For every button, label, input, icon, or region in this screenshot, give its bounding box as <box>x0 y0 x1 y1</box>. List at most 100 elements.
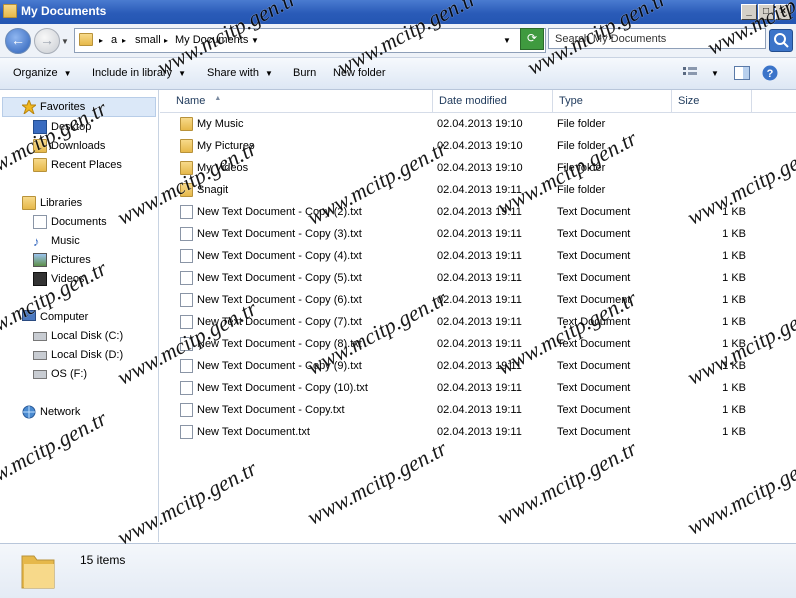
file-size: 1 KB <box>722 426 746 438</box>
file-date-modified: 02.04.2013 19:11 <box>437 338 522 350</box>
title-bar[interactable]: My Documents _ □ × <box>0 0 796 24</box>
file-row[interactable]: New Text Document - Copy (2).txt 02.04.20… <box>160 201 796 223</box>
chevron-down-icon: ▼ <box>63 69 72 78</box>
folder-icon <box>3 4 17 18</box>
documents-icon <box>33 215 47 229</box>
file-type: Text Document <box>557 294 631 306</box>
window-title: My Documents <box>21 4 107 18</box>
file-row[interactable]: New Text Document - Copy (6).txt 02.04.20… <box>160 289 796 311</box>
file-type: Text Document <box>557 228 631 240</box>
preview-pane-icon[interactable] <box>734 66 750 80</box>
nav-label: Recent Places <box>51 159 122 171</box>
file-date-modified: 02.04.2013 19:10 <box>437 118 523 130</box>
text-document-icon <box>180 359 193 373</box>
chevron-icon[interactable]: ▸ <box>99 36 103 45</box>
file-row[interactable]: New Text Document - Copy (9).txt 02.04.20… <box>160 355 796 377</box>
text-document-icon <box>180 249 193 263</box>
include-label: Include in library <box>92 67 173 79</box>
file-name: My Pictures <box>197 140 255 152</box>
refresh-button[interactable]: ⟳ <box>520 28 544 50</box>
file-size: 1 KB <box>722 272 746 284</box>
include-in-library-button[interactable]: Include in library ▼ <box>92 67 186 79</box>
file-type: Text Document <box>557 250 631 262</box>
chevron-down-icon: ▼ <box>178 69 187 78</box>
address-dropdown-icon[interactable]: ▼ <box>503 36 511 45</box>
view-options-icon[interactable] <box>683 66 697 79</box>
file-row[interactable]: New Text Document - Copy.txt 02.04.2013 1… <box>160 399 796 421</box>
address-row: ← → ▼ ▸ a ▸ small ▸ My Documents ▼ ▼ Sea… <box>0 24 796 58</box>
breadcrumb-my-documents[interactable]: My Documents <box>175 34 248 46</box>
navigation-pane: Favorites Desktop Downloads Recent Place… <box>0 90 159 542</box>
file-date-modified: 02.04.2013 19:11 <box>437 228 522 240</box>
chevron-down-icon: ▼ <box>264 69 273 78</box>
chevron-icon[interactable]: ▸ <box>164 36 168 45</box>
nav-label: Libraries <box>40 197 83 209</box>
file-row[interactable]: New Text Document - Copy (3).txt 02.04.20… <box>160 223 796 245</box>
file-type: Text Document <box>557 338 631 350</box>
organize-button[interactable]: Organize ▼ <box>13 67 72 79</box>
burn-button[interactable]: Burn <box>293 67 316 79</box>
chevron-down-icon[interactable]: ▼ <box>251 36 259 45</box>
computer-icon <box>22 310 36 321</box>
network-icon <box>22 405 36 419</box>
file-row[interactable]: New Text Document - Copy (4).txt 02.04.20… <box>160 245 796 267</box>
file-date-modified: 02.04.2013 19:11 <box>437 316 522 328</box>
share-with-button[interactable]: Share with ▼ <box>207 67 273 79</box>
text-document-icon <box>180 315 193 329</box>
nav-label: Computer <box>40 311 89 323</box>
file-row[interactable]: New Text Document - Copy (10).txt 02.04.2… <box>160 377 796 399</box>
help-icon[interactable]: ? <box>762 65 778 81</box>
file-type: Text Document <box>557 316 631 328</box>
organize-label: Organize <box>13 67 58 79</box>
file-type: File folder <box>557 184 606 196</box>
nav-label: Pictures <box>51 254 91 266</box>
file-row[interactable]: New Text Document - Copy (8).txt 02.04.20… <box>160 333 796 355</box>
file-row[interactable]: My Music 02.04.2013 19:10 File folder <box>160 113 796 135</box>
address-bar[interactable]: ▸ a ▸ small ▸ My Documents ▼ ▼ <box>74 28 546 53</box>
chevron-icon[interactable]: ▸ <box>122 36 126 45</box>
nav-label: Downloads <box>51 140 106 152</box>
file-date-modified: 02.04.2013 19:11 <box>437 360 522 372</box>
new-folder-button[interactable]: New folder <box>333 67 386 79</box>
item-count: 15 items <box>80 553 126 567</box>
file-name: New Text Document - Copy (2).txt <box>197 206 362 218</box>
file-list: My Music 02.04.2013 19:10 File folder My Pi… <box>160 113 796 543</box>
details-pane: 15 items <box>0 543 796 598</box>
file-name: New Text Document - Copy (9).txt <box>197 360 362 372</box>
maximize-button[interactable]: □ <box>758 4 774 20</box>
file-row[interactable]: My Videos 02.04.2013 19:10 File folder <box>160 157 796 179</box>
back-button[interactable]: ← <box>5 28 31 54</box>
forward-button[interactable]: → <box>34 28 60 54</box>
file-row[interactable]: New Text Document - Copy (5).txt 02.04.20… <box>160 267 796 289</box>
file-row[interactable]: Snagit 02.04.2013 19:11 File folder <box>160 179 796 201</box>
file-size: 1 KB <box>722 250 746 262</box>
file-date-modified: 02.04.2013 19:11 <box>437 404 522 416</box>
column-label: Name <box>176 95 206 107</box>
file-row[interactable]: My Pictures 02.04.2013 19:10 File folder <box>160 135 796 157</box>
minimize-button[interactable]: _ <box>741 4 757 20</box>
file-type: Text Document <box>557 426 631 438</box>
column-date-modified[interactable]: Date modified <box>433 90 553 112</box>
search-button[interactable] <box>769 29 793 52</box>
file-type: Text Document <box>557 404 631 416</box>
file-name: New Text Document - Copy (3).txt <box>197 228 362 240</box>
folder-icon <box>180 161 193 175</box>
column-name[interactable]: Name ▲ <box>160 90 433 112</box>
view-dropdown-icon[interactable]: ▼ <box>711 69 719 78</box>
column-size[interactable]: Size <box>672 90 752 112</box>
file-name: New Text Document - Copy (6).txt <box>197 294 362 306</box>
file-row[interactable]: New Text Document - Copy (7).txt 02.04.20… <box>160 311 796 333</box>
downloads-icon <box>33 139 47 153</box>
folder-icon <box>21 555 55 589</box>
recent-pages-dropdown[interactable]: ▼ <box>61 37 69 46</box>
breadcrumb-a[interactable]: a <box>111 34 117 46</box>
close-button[interactable]: × <box>775 4 791 20</box>
folder-icon <box>180 117 193 131</box>
file-size: 1 KB <box>722 404 746 416</box>
column-type[interactable]: Type <box>553 90 672 112</box>
file-date-modified: 02.04.2013 19:11 <box>437 184 522 196</box>
breadcrumb-small[interactable]: small <box>135 34 161 46</box>
file-size: 1 KB <box>722 316 746 328</box>
file-row[interactable]: New Text Document.txt 02.04.2013 19:11 Tex… <box>160 421 796 443</box>
search-input[interactable]: Search My Documents <box>548 28 766 49</box>
